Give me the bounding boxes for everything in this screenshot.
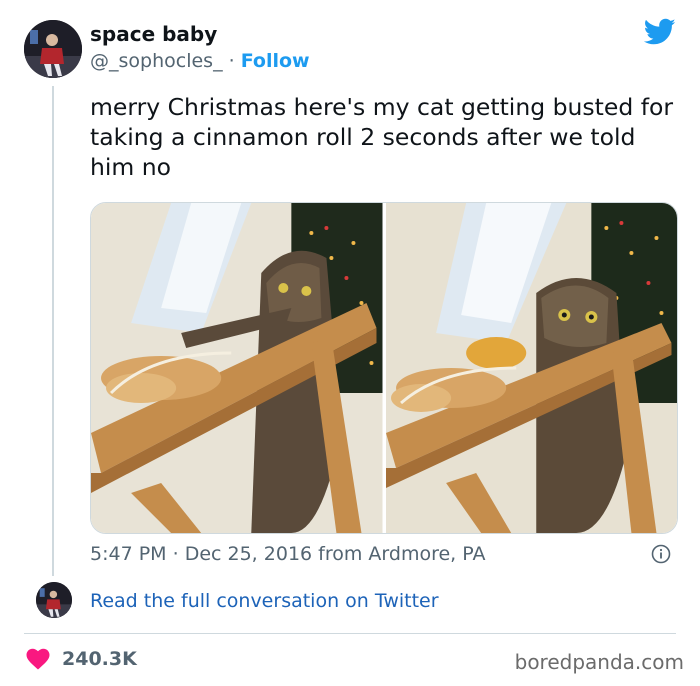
tweet-text: merry Christmas here's my cat getting bu… — [90, 93, 674, 181]
follow-button[interactable]: Follow — [241, 50, 310, 72]
tweet-location[interactable]: from Ardmore, PA — [318, 543, 485, 565]
watermark: boredpanda.com — [514, 650, 684, 674]
like-count[interactable]: 240.3K — [62, 648, 137, 670]
read-conversation-link[interactable]: Read the full conversation on Twitter — [90, 590, 439, 612]
photo-cat-1[interactable] — [91, 203, 383, 533]
tweet-meta: 5:47 PM · Dec 25, 2016 from Ardmore, PA — [90, 543, 486, 565]
avatar[interactable] — [24, 20, 82, 78]
twitter-bird-icon[interactable] — [643, 18, 676, 46]
heart-icon[interactable] — [26, 648, 50, 670]
thread-line — [52, 86, 54, 576]
info-icon[interactable] — [651, 544, 671, 564]
handle-row: @_sophocles_ · Follow — [90, 50, 310, 72]
tweet-date[interactable]: Dec 25, 2016 — [185, 543, 312, 565]
display-name[interactable]: space baby — [90, 22, 217, 46]
handle-separator: · — [228, 50, 235, 72]
tweet-time[interactable]: 5:47 PM — [90, 543, 167, 565]
meta-separator: · — [172, 543, 179, 565]
media-grid[interactable] — [90, 202, 678, 534]
photo-cat-2[interactable] — [385, 203, 677, 533]
divider — [24, 633, 676, 634]
avatar-small[interactable] — [36, 582, 72, 618]
user-handle[interactable]: @_sophocles_ — [90, 50, 223, 72]
